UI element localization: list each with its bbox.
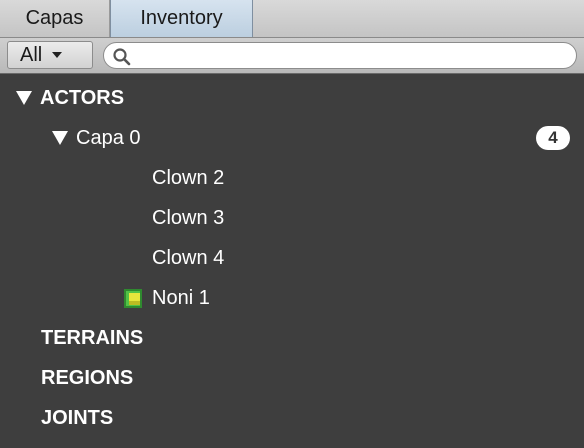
tab-inventory-label: Inventory [140, 7, 223, 29]
chevron-down-icon [52, 52, 63, 58]
tree-item-label: Clown 3 [152, 206, 225, 229]
tree-group-actors-label: ACTORS [40, 86, 125, 109]
tree-item-label: Noni 1 [152, 286, 210, 309]
count-badge: 4 [536, 126, 570, 150]
tree-item-label: Clown 4 [152, 246, 225, 269]
tab-bar: Capas Inventory [0, 0, 584, 38]
tree-item-clown-2[interactable]: Clown 2 [0, 158, 584, 198]
tree-group-joints[interactable]: JOINTS [0, 398, 584, 438]
disclosure-expanded-icon[interactable] [16, 91, 32, 105]
tree-group-terrains[interactable]: TERRAINS [0, 318, 584, 358]
tab-capas-label: Capas [25, 7, 84, 29]
inventory-tree: ACTORS Capa 0 4 Clown 2 Clown 3 Clown 4 … [0, 76, 584, 448]
filter-dropdown[interactable]: All [7, 41, 93, 69]
tab-capas[interactable]: Capas [0, 0, 110, 37]
filter-dropdown-label: All [20, 43, 43, 66]
tree-item-label: Clown 2 [152, 166, 225, 189]
tree-group-joints-label: JOINTS [41, 406, 114, 429]
search-input[interactable] [138, 45, 570, 67]
tree-group-terrains-label: TERRAINS [41, 326, 144, 349]
disclosure-expanded-icon[interactable] [52, 131, 68, 145]
tree-group-regions-label: REGIONS [41, 366, 134, 389]
tree-group-actors[interactable]: ACTORS [0, 78, 584, 118]
tree-group-regions[interactable]: REGIONS [0, 358, 584, 398]
tree-item-clown-3[interactable]: Clown 3 [0, 198, 584, 238]
filter-bar: All [0, 38, 584, 74]
tree-item-noni-1[interactable]: Noni 1 [0, 278, 584, 318]
tab-inventory[interactable]: Inventory [110, 0, 253, 37]
green-actor-icon [124, 289, 142, 308]
search-icon [113, 48, 131, 66]
search-box[interactable] [103, 42, 577, 69]
tree-layer-capa-0[interactable]: Capa 0 4 [0, 118, 584, 158]
tree-layer-label: Capa 0 [76, 126, 141, 149]
tree-item-clown-4[interactable]: Clown 4 [0, 238, 584, 278]
